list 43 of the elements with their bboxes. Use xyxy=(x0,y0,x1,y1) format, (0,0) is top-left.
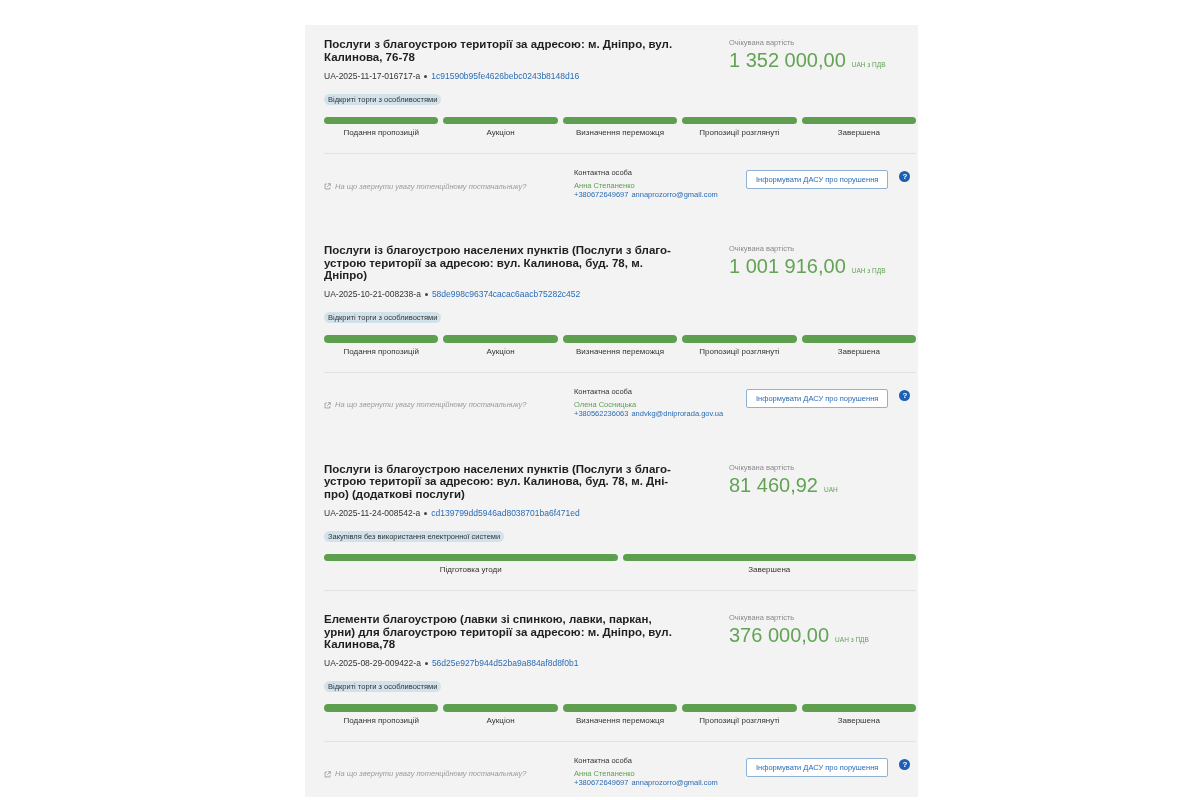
help-icon[interactable]: ? xyxy=(899,758,911,770)
bullet-icon xyxy=(424,293,428,296)
expected-value: 376 000,00 xyxy=(729,623,830,647)
stage-label: Пропозиції розглянуті xyxy=(699,128,780,138)
stage-label: Завершена xyxy=(748,565,791,575)
stage-label: Завершена xyxy=(837,346,880,357)
stage-label: Пропозиції розглянуті xyxy=(699,346,780,357)
stage-label: Аукціон xyxy=(486,715,515,726)
expected-value: 81 460,92 xyxy=(729,472,818,497)
tender-id: UA-2025-11-24-008542-a xyxy=(324,507,421,519)
bullet-icon xyxy=(424,511,428,515)
stage-label: Визначення переможця xyxy=(576,128,664,138)
stage-label: Визначення переможця xyxy=(576,715,664,726)
hash-link[interactable]: 56d25e927b944d52ba9a884af8d8f0b1 xyxy=(431,658,579,669)
bullet-icon xyxy=(424,662,428,665)
stage-label: Аукціон xyxy=(486,128,515,138)
stage-label: Підготовка угоди xyxy=(439,565,502,575)
hash-link[interactable]: 58de998c96374cacac6aacb75282c452 xyxy=(431,289,581,300)
hash-link[interactable]: 1c91590b95fe4626bebc0243b8148d16 xyxy=(431,70,580,82)
hash-link[interactable]: cd139799dd5946ad8038701ba6f471ed xyxy=(431,507,580,519)
tender-title: Послуги з благоустрою території за адресою: м. Дніпро, вул. Калинова, 76-78 xyxy=(324,38,674,63)
expected-value: 1 352 000,00 xyxy=(729,48,846,72)
external-link-icon xyxy=(324,183,331,190)
tender-id: UA-2025-08-29-009422-a xyxy=(324,658,421,669)
help-icon[interactable]: ? xyxy=(899,389,911,401)
external-link-icon xyxy=(324,401,331,409)
tender-title: Елементи благоустрою (лавки зі спинкою, лавки, паркан, урни) для благоустрою території за адресою: м. Дніпро, вул. Калинова,78 xyxy=(324,613,673,651)
stage-label: Подання пропозицій xyxy=(343,128,419,138)
help-icon[interactable]: ? xyxy=(899,171,911,182)
stage-label: Завершена xyxy=(837,128,880,138)
stage-label: Завершена xyxy=(837,715,880,726)
stage-label: Пропозиції розглянуті xyxy=(699,715,780,726)
external-link-icon xyxy=(324,770,331,778)
stage-label: Аукціон xyxy=(486,346,515,357)
tender-title: Послуги із благоустрою населених пунктів (Послуги з благо- устрою території за адресою: вул. Калинова, буд. 78, м. Дніпро) xyxy=(324,244,672,282)
bullet-icon xyxy=(424,74,428,78)
tender-title: Послуги із благоустрою населених пунктів (Послуги з благо- устрою території за адресою: вул. Калинова, буд. 78, м. Дні- про) (додаткові послуги) xyxy=(324,462,672,500)
expected-value: 1 001 916,00 xyxy=(729,254,846,278)
stage-label: Визначення переможця xyxy=(576,346,664,357)
stage-label: Подання пропозицій xyxy=(343,715,419,726)
tender-id: UA-2025-11-17-016717-a xyxy=(324,70,421,82)
stage-label: Подання пропозицій xyxy=(343,346,419,357)
tender-id: UA-2025-10-21-008238-a xyxy=(324,289,421,300)
